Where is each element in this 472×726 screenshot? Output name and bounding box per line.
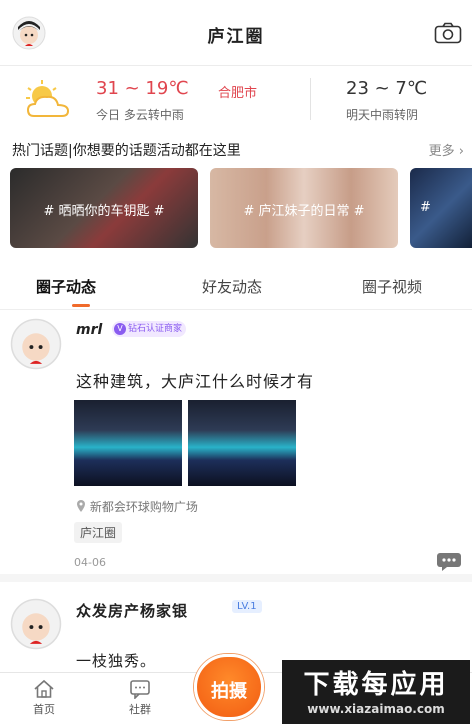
active-tab-indicator bbox=[72, 304, 90, 307]
today-temperature: 31 ~ 19℃ bbox=[96, 78, 189, 99]
tomorrow-temperature: 23 ~ 7℃ bbox=[346, 78, 428, 99]
watermark-title: 下载每应用 bbox=[303, 670, 449, 700]
feed-tabs: 圈子动态 好友动态 圈子视频 bbox=[0, 264, 472, 310]
shoot-label: 拍摄 bbox=[211, 681, 247, 702]
circle-tag[interactable]: 庐江圈 bbox=[74, 522, 123, 543]
watermark-url: www.xiazaimao.com bbox=[307, 702, 445, 716]
today-label: 今日 bbox=[96, 108, 121, 122]
tab-circle-feed[interactable]: 圈子动态 bbox=[36, 276, 96, 297]
watermark: 下载每应用 www.xiazaimao.com bbox=[282, 660, 470, 724]
chevron-right-icon: › bbox=[458, 144, 464, 159]
today-description: 多云转中雨 bbox=[123, 108, 184, 122]
nav-home[interactable]: 首页 bbox=[14, 679, 74, 717]
topic-card-lujiang-girls[interactable]: # 庐江妹子的日常 # bbox=[210, 168, 398, 248]
tab-friends-feed[interactable]: 好友动态 bbox=[202, 276, 262, 297]
post-username[interactable]: 众发房产杨家银 bbox=[76, 600, 188, 621]
nav-home-label: 首页 bbox=[33, 703, 55, 716]
post-username[interactable]: mrl bbox=[76, 322, 102, 338]
post-content: 这种建筑，大庐江什么时候才有 bbox=[76, 372, 315, 391]
more-label: 更多 bbox=[428, 144, 455, 159]
feed-post[interactable]: mrl V 钻石认证商家 这种建筑，大庐江什么时候才有 新都会环球购物广场 庐江圈… bbox=[0, 312, 472, 582]
location-label: 新都会环球购物广场 bbox=[89, 500, 198, 514]
nav-community[interactable]: 社群 bbox=[110, 679, 170, 717]
topic-label: # bbox=[420, 200, 431, 215]
chat-icon bbox=[130, 680, 150, 699]
top-bar: 庐江圈 bbox=[0, 0, 472, 66]
topic-label: # 晒晒你的车钥匙 # bbox=[43, 204, 165, 219]
hot-topics-header: 热门话题|你想要的话题活动都在这里 更多 › bbox=[0, 136, 472, 162]
today-forecast: 今日 多云转中雨 bbox=[96, 106, 184, 123]
location-pin-icon bbox=[76, 500, 90, 514]
hot-topics-label: 热门话题|你想要的话题活动都在这里 bbox=[12, 143, 241, 159]
badge-label: 钻石认证商家 bbox=[128, 324, 183, 334]
home-icon bbox=[34, 679, 54, 698]
topic-card-partial[interactable]: # bbox=[410, 168, 472, 248]
topic-label: # 庐江妹子的日常 # bbox=[243, 204, 365, 219]
more-link[interactable]: 更多 › bbox=[429, 140, 464, 159]
post-image[interactable] bbox=[74, 400, 182, 486]
verified-badge: V 钻石认证商家 bbox=[112, 321, 187, 337]
post-location[interactable]: 新都会环球购物广场 bbox=[76, 498, 198, 515]
avatar[interactable] bbox=[10, 318, 62, 370]
weather-panel[interactable]: 31 ~ 19℃ 合肥市 今日 多云转中雨 23 ~ 7℃ 明天中雨转阴 bbox=[0, 66, 472, 132]
camera-icon[interactable] bbox=[434, 22, 462, 44]
topic-carousel[interactable]: # 晒晒你的车钥匙 # # 庐江妹子的日常 # # bbox=[10, 168, 472, 248]
avatar[interactable] bbox=[10, 598, 62, 650]
level-badge: LV.1 bbox=[232, 600, 262, 613]
tab-circle-videos[interactable]: 圈子视频 bbox=[362, 276, 422, 297]
city-name: 合肥市 bbox=[218, 86, 258, 101]
topic-card-car-keys[interactable]: # 晒晒你的车钥匙 # bbox=[10, 168, 198, 248]
tomorrow-label: 明天 bbox=[346, 108, 371, 122]
page-title: 庐江圈 bbox=[207, 27, 265, 47]
post-image[interactable] bbox=[188, 400, 296, 486]
post-content: 一枝独秀。 bbox=[76, 652, 157, 670]
comment-icon[interactable] bbox=[436, 552, 462, 572]
cloudy-sun-icon bbox=[20, 78, 76, 122]
shoot-button[interactable]: 拍摄 bbox=[194, 654, 264, 720]
post-date: 04-06 bbox=[74, 556, 106, 569]
verified-v-icon: V bbox=[114, 323, 126, 335]
tomorrow-forecast: 明天中雨转阴 bbox=[346, 106, 418, 123]
tomorrow-description: 中雨转阴 bbox=[370, 108, 419, 122]
nav-community-label: 社群 bbox=[129, 703, 151, 716]
weather-divider bbox=[310, 78, 311, 120]
